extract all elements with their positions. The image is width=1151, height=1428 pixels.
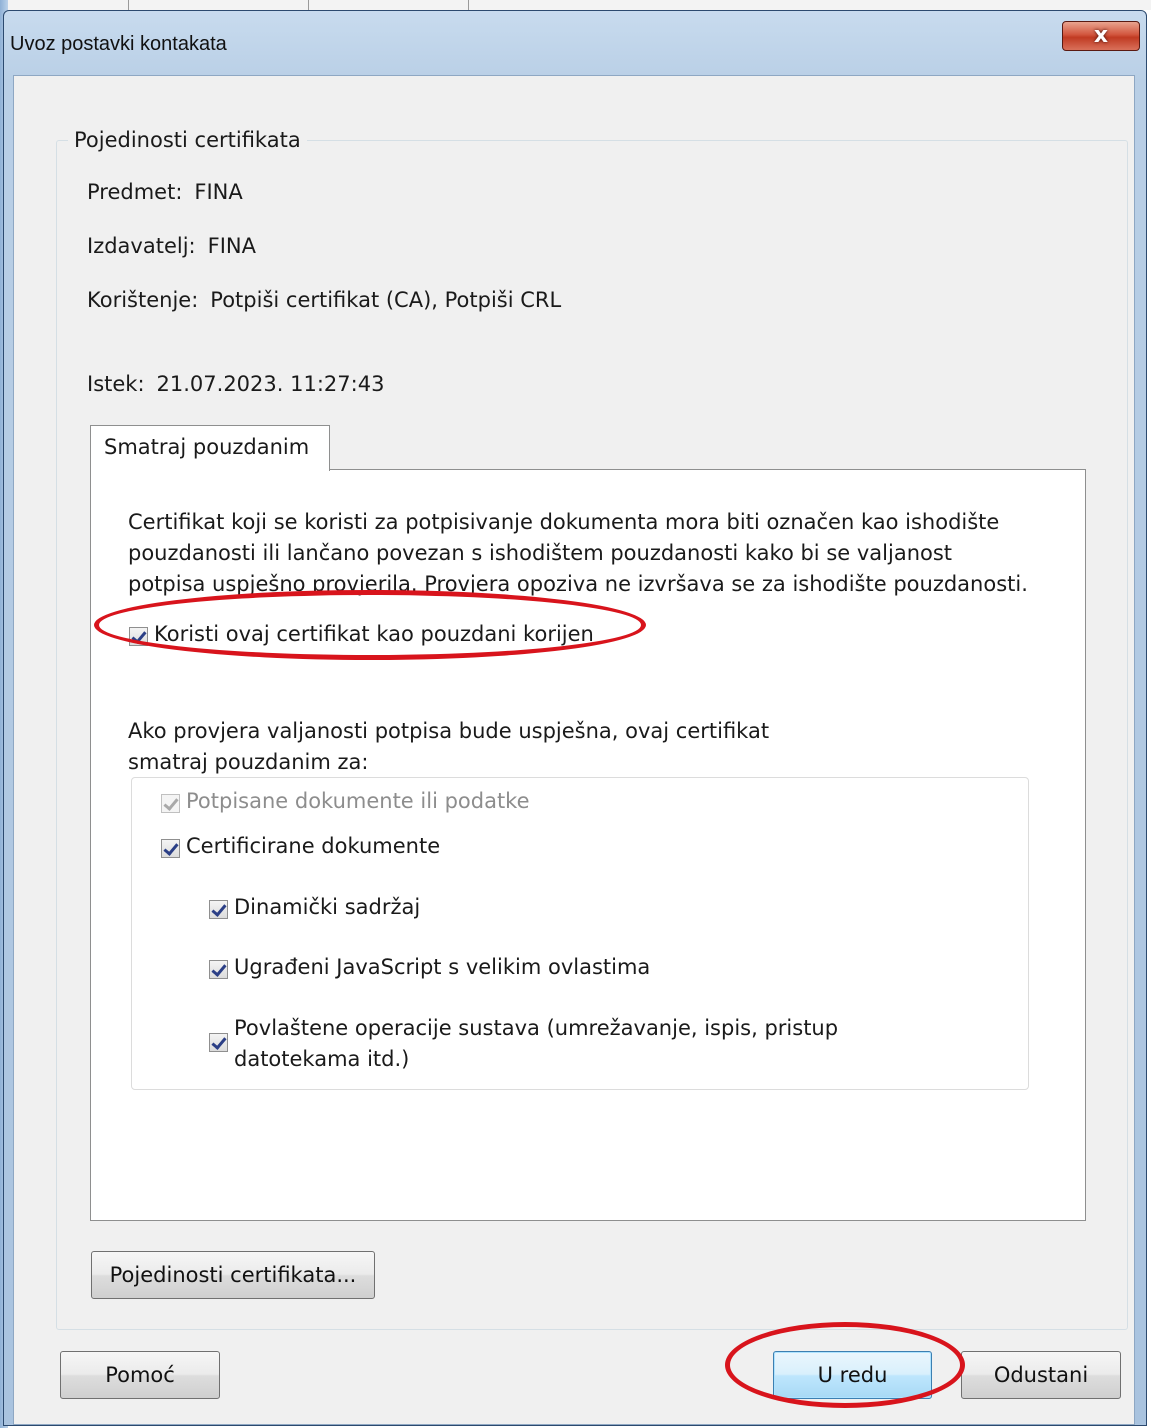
embedded-javascript-label[interactable]: Ugrađeni JavaScript s velikim ovlastima xyxy=(234,955,650,979)
trust-description-line: pouzdanosti ili lančano povezan s ishodi… xyxy=(128,541,953,565)
issuer-value: FINA xyxy=(207,234,256,258)
signed-documents-label: Potpisane dokumente ili podatke xyxy=(186,789,530,813)
embedded-javascript-checkbox[interactable] xyxy=(209,960,228,979)
trust-description-line: potpisa uspješno provjerila. Provjera op… xyxy=(128,572,1028,596)
background-window-strip xyxy=(0,0,1151,10)
trust-description: Certifikat koji se koristi za potpisivan… xyxy=(128,507,1058,600)
usage-label: Korištenje: xyxy=(87,288,199,312)
dialog-client-area: Pojedinosti certifikata Predmet: FINA Izd… xyxy=(13,75,1135,1425)
subject-value: FINA xyxy=(194,180,243,204)
background-divider xyxy=(468,0,469,10)
trusted-root-checkbox-label[interactable]: Koristi ovaj certifikat kao pouzdani kor… xyxy=(154,622,594,646)
dynamic-content-label[interactable]: Dinamički sadržaj xyxy=(234,895,420,919)
expiry-value: 21.07.2023. 11:27:43 xyxy=(156,372,385,396)
trust-for-line: Ako provjera valjanosti potpisa bude usp… xyxy=(128,719,770,743)
usage-value: Potpiši certifikat (CA), Potpiši CRL xyxy=(210,288,562,312)
certificate-details-group-label: Pojedinosti certifikata xyxy=(68,128,307,152)
privileged-operations-label[interactable]: Povlaštene operacije sustava (umrežavanj… xyxy=(234,1013,838,1075)
privileged-operations-label-line: Povlaštene operacije sustava (umrežavanj… xyxy=(234,1016,839,1040)
certificate-details-button[interactable]: Pojedinosti certifikata... xyxy=(91,1251,375,1299)
dynamic-content-checkbox[interactable] xyxy=(209,900,228,919)
help-button[interactable]: Pomoć xyxy=(60,1351,220,1399)
privileged-operations-label-line: datotekama itd.) xyxy=(234,1047,410,1071)
privileged-operations-checkbox-row[interactable]: Povlaštene operacije sustava (umrežavanj… xyxy=(209,1013,838,1075)
issuer-field: Izdavatelj: FINA xyxy=(87,234,256,258)
certified-documents-label[interactable]: Certificirane dokumente xyxy=(186,834,440,858)
cancel-button[interactable]: Odustani xyxy=(961,1351,1121,1399)
screenshot-stage: Uvoz postavki kontakata x Pojedinosti ce… xyxy=(0,0,1151,1428)
trust-for-text: Ako provjera valjanosti potpisa bude usp… xyxy=(128,716,769,778)
expiry-field: Istek: 21.07.2023. 11:27:43 xyxy=(87,372,384,396)
dynamic-content-checkbox-row[interactable]: Dinamički sadržaj xyxy=(209,895,420,919)
signed-documents-checkbox-row: Potpisane dokumente ili podatke xyxy=(161,789,530,813)
close-icon: x xyxy=(1093,23,1109,48)
background-divider xyxy=(128,0,129,10)
issuer-label: Izdavatelj: xyxy=(87,234,196,258)
tab-trust[interactable]: Smatraj pouzdanim xyxy=(90,425,330,471)
subject-label: Predmet: xyxy=(87,180,183,204)
trust-for-line: smatraj pouzdanim za: xyxy=(128,750,369,774)
background-divider xyxy=(308,0,309,10)
dialog-titlebar[interactable]: Uvoz postavki kontakata x xyxy=(4,11,1146,71)
trusted-root-checkbox-row[interactable]: Koristi ovaj certifikat kao pouzdani kor… xyxy=(129,622,594,646)
privileged-operations-checkbox[interactable] xyxy=(209,1033,228,1052)
signed-documents-checkbox xyxy=(161,794,180,813)
close-button[interactable]: x xyxy=(1062,21,1140,51)
subject-field: Predmet: FINA xyxy=(87,180,243,204)
usage-field: Korištenje: Potpiši certifikat (CA), Potp… xyxy=(87,288,561,312)
trust-description-line: Certifikat koji se koristi za potpisivan… xyxy=(128,510,1000,534)
certified-documents-checkbox-row[interactable]: Certificirane dokumente xyxy=(161,834,440,858)
expiry-label: Istek: xyxy=(87,372,145,396)
embedded-javascript-checkbox-row[interactable]: Ugrađeni JavaScript s velikim ovlastima xyxy=(209,955,650,979)
ok-button[interactable]: U redu xyxy=(773,1351,932,1399)
certified-documents-checkbox[interactable] xyxy=(161,839,180,858)
dialog-title: Uvoz postavki kontakata xyxy=(10,33,227,55)
import-contact-settings-dialog: Uvoz postavki kontakata x Pojedinosti ce… xyxy=(3,10,1147,1426)
trusted-root-checkbox[interactable] xyxy=(129,627,148,646)
